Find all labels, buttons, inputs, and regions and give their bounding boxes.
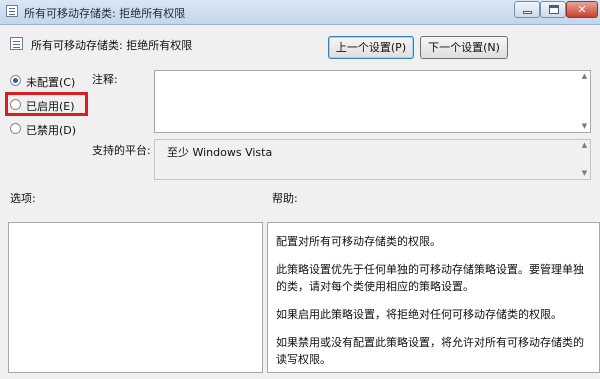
help-paragraph: 配置对所有可移动存储类的权限。 xyxy=(276,235,441,248)
scroll-down-icon[interactable]: ▼ xyxy=(579,169,590,178)
scroll-up-icon[interactable]: ▲ xyxy=(579,141,590,150)
supported-scrollbar[interactable]: ▲ ▼ xyxy=(579,140,590,179)
maximize-icon xyxy=(549,5,559,14)
policy-title: 所有可移动存储类: 拒绝所有权限 xyxy=(31,39,193,52)
options-label: 选项: xyxy=(10,192,36,205)
highlight-box xyxy=(5,92,88,116)
minimize-icon xyxy=(523,11,532,14)
comment-textarea[interactable]: ▲ ▼ xyxy=(154,70,591,133)
previous-setting-button[interactable]: 上一个设置(P) xyxy=(328,36,414,59)
help-paragraph: 如果启用此策略设置，将拒绝对任何可移动存储类的权限。 xyxy=(276,308,562,321)
policy-icon xyxy=(6,5,18,17)
scroll-up-icon[interactable]: ▲ xyxy=(579,72,590,81)
options-panel xyxy=(8,222,263,373)
radio-label: 已禁用(D) xyxy=(26,124,77,137)
next-setting-button[interactable]: 下一个设置(N) xyxy=(420,36,508,59)
supported-platform-value: 至少 Windows Vista xyxy=(167,146,273,159)
help-paragraph: 如果禁用或没有配置此策略设置，将允许对所有可移动存储类的读写权限。 xyxy=(276,336,584,366)
radio-button[interactable] xyxy=(10,75,21,86)
radio-label: 未配置(C) xyxy=(26,76,76,89)
help-text: 配置对所有可移动存储类的权限。 此策略设置优先于任何单独的可移动存储策略设置。要… xyxy=(276,233,588,379)
title-bar[interactable]: 所有可移动存储类: 拒绝所有权限 ✕ xyxy=(0,0,600,25)
close-button[interactable]: ✕ xyxy=(566,1,598,18)
supported-platform-label: 支持的平台: xyxy=(92,144,151,157)
radio-button[interactable] xyxy=(10,123,21,134)
close-icon: ✕ xyxy=(577,3,587,16)
supported-platform-field: 至少 Windows Vista ▲ ▼ xyxy=(154,139,591,180)
maximize-button[interactable] xyxy=(540,1,566,18)
comment-scrollbar[interactable]: ▲ ▼ xyxy=(579,71,590,132)
help-label: 帮助: xyxy=(272,192,298,205)
comment-label: 注释: xyxy=(92,73,118,86)
setting-icon xyxy=(10,37,23,50)
window-title: 所有可移动存储类: 拒绝所有权限 xyxy=(24,7,186,20)
help-paragraph: 此策略设置优先于任何单独的可移动存储策略设置。要管理单独的类，请对每个类使用相应… xyxy=(276,263,584,293)
scroll-down-icon[interactable]: ▼ xyxy=(579,122,590,131)
help-panel[interactable]: 配置对所有可移动存储类的权限。 此策略设置优先于任何单独的可移动存储策略设置。要… xyxy=(267,222,600,373)
minimize-button[interactable] xyxy=(514,1,540,18)
